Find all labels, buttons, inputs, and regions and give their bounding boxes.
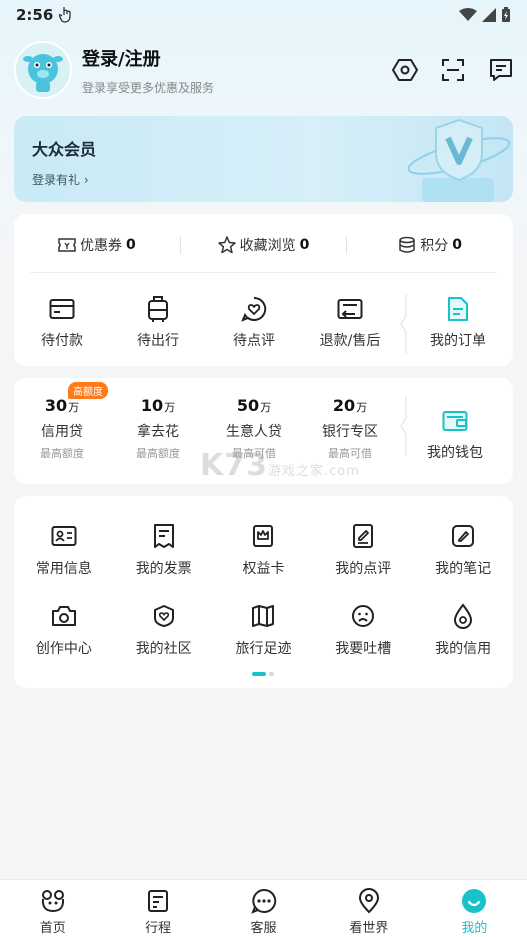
heart-chat-icon <box>241 296 267 322</box>
refund-after-sales-button[interactable]: 退款/售后 <box>302 294 398 354</box>
bottom-tab-bar: 首页 行程 客服 看世界 我的 <box>0 879 527 937</box>
avatar[interactable] <box>14 41 72 99</box>
section-separator <box>398 396 410 456</box>
luggage-icon <box>148 296 168 322</box>
mascot-avatar-icon <box>23 54 63 92</box>
sad-face-icon <box>352 605 375 627</box>
ticket-icon <box>58 238 76 252</box>
document-icon <box>448 297 468 321</box>
orders-card: 优惠券 0 收藏浏览 0 积分 0 待付款 待出行 待点评 退款/售后 我的订单 <box>14 214 513 366</box>
star-icon <box>217 236 236 254</box>
location-pin-icon <box>358 888 379 914</box>
member-card[interactable]: 大众会员 登录有礼 › <box>14 116 513 202</box>
section-separator <box>398 294 410 354</box>
complaint-button[interactable]: 我要吐槽 <box>313 602 413 682</box>
pending-trip-button[interactable]: 待出行 <box>110 294 206 354</box>
my-invoice-button[interactable]: 我的发票 <box>114 522 214 602</box>
edit-doc-icon <box>353 524 374 548</box>
points-stat[interactable]: 积分 0 <box>347 235 513 255</box>
watermark: K73游戏之家.com <box>200 448 360 483</box>
chevron-right-icon: › <box>83 173 89 187</box>
map-book-icon <box>252 605 275 627</box>
itinerary-icon <box>148 890 169 912</box>
profile-header: 登录/注册 登录享受更多优惠及服务 <box>14 40 514 100</box>
scan-icon[interactable] <box>440 57 466 83</box>
signal-icon <box>482 8 496 22</box>
favorites-history-stat[interactable]: 收藏浏览 0 <box>181 235 347 255</box>
v-badge-icon <box>407 118 511 202</box>
coins-icon <box>399 236 416 253</box>
page-dot-active <box>252 672 266 676</box>
travel-footprint-button[interactable]: 旅行足迹 <box>214 602 314 682</box>
status-icons <box>459 7 511 23</box>
refund-icon <box>337 299 363 319</box>
wifi-icon <box>459 8 477 21</box>
home-face-icon <box>41 890 64 913</box>
member-title: 大众会员 <box>32 140 97 159</box>
my-orders-button[interactable]: 我的订单 <box>410 294 506 354</box>
battery-icon <box>502 7 510 22</box>
naquhua-item[interactable]: 10万 拿去花 最高额度 <box>110 396 206 476</box>
id-card-icon <box>51 526 77 546</box>
tab-customer-service[interactable]: 客服 <box>211 880 316 937</box>
common-info-button[interactable]: 常用信息 <box>14 522 114 602</box>
high-limit-tag: 高额度 <box>68 382 108 399</box>
divider <box>30 272 497 273</box>
tab-home[interactable]: 首页 <box>0 880 105 937</box>
my-credit-button[interactable]: 我的信用 <box>413 602 513 682</box>
page-dot <box>269 672 274 676</box>
page-indicator <box>252 672 274 676</box>
pending-review-button[interactable]: 待点评 <box>206 294 302 354</box>
my-wallet-button[interactable]: 我的钱包 <box>410 396 500 476</box>
benefit-card-button[interactable]: 权益卡 <box>214 522 314 602</box>
login-register-link[interactable]: 登录/注册 <box>82 45 214 71</box>
settings-icon[interactable] <box>392 57 418 83</box>
heart-shield-icon <box>153 605 174 627</box>
coupons-stat[interactable]: 优惠券 0 <box>14 235 180 255</box>
crown-card-icon <box>253 525 274 547</box>
drop-icon <box>454 603 473 629</box>
wallet-icon <box>442 411 468 431</box>
tab-mine[interactable]: 我的 <box>422 880 527 937</box>
creator-center-button[interactable]: 创作中心 <box>14 602 114 682</box>
tools-card: 常用信息 我的发票 权益卡 我的点评 我的笔记 创作中心 我的社区 旅行足迹 我… <box>14 496 513 688</box>
my-community-button[interactable]: 我的社区 <box>114 602 214 682</box>
touch-hand-icon <box>59 7 71 23</box>
login-subtitle: 登录享受更多优惠及服务 <box>82 80 215 95</box>
pencil-note-icon <box>452 525 475 547</box>
member-login-gift-link[interactable]: 登录有礼 › <box>32 171 89 188</box>
tab-itinerary[interactable]: 行程 <box>105 880 210 937</box>
tab-explore-world[interactable]: 看世界 <box>316 880 421 937</box>
my-reviews-button[interactable]: 我的点评 <box>313 522 413 602</box>
status-time: 2:56 <box>16 6 54 24</box>
invoice-icon <box>153 524 174 548</box>
chat-bubble-icon <box>250 888 276 914</box>
message-icon[interactable] <box>488 57 514 83</box>
my-notes-button[interactable]: 我的笔记 <box>413 522 513 602</box>
pending-payment-button[interactable]: 待付款 <box>14 294 110 354</box>
camera-icon <box>51 606 76 626</box>
profile-smile-icon <box>462 889 487 913</box>
status-bar: 2:56 <box>0 0 527 30</box>
card-icon <box>49 299 75 319</box>
credit-loan-item[interactable]: 高额度 30万 信用贷 最高额度 <box>14 382 110 476</box>
